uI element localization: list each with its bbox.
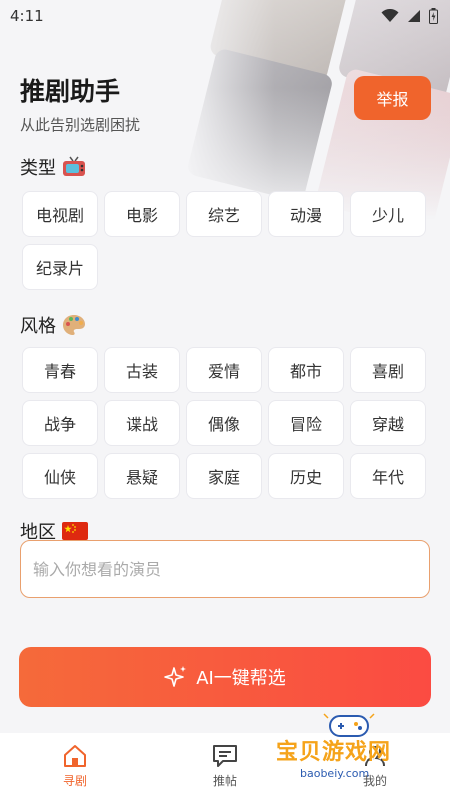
report-button[interactable]: 举报 (354, 76, 431, 120)
ai-pick-button[interactable]: AI一键帮选 (19, 647, 431, 707)
chip-style[interactable]: 喜剧 (350, 347, 426, 393)
status-time: 4:11 (10, 7, 44, 25)
chip-type[interactable]: 电影 (104, 191, 180, 237)
chip-style[interactable]: 穿越 (350, 400, 426, 446)
chip-type[interactable]: 动漫 (268, 191, 344, 237)
section-title-type: 类型 (20, 154, 86, 180)
chat-icon (213, 745, 237, 767)
nav-item-posts[interactable]: 推帖 (185, 744, 265, 789)
chip-style[interactable]: 家庭 (186, 453, 262, 499)
watermark: 宝贝游戏网 baobeiy.com (276, 710, 448, 800)
china-flag-icon (62, 522, 88, 540)
chip-style[interactable]: 冒险 (268, 400, 344, 446)
chip-style[interactable]: 历史 (268, 453, 344, 499)
wifi-icon (381, 9, 399, 22)
signal-icon (408, 10, 420, 22)
app-subtitle: 从此告别选剧困扰 (20, 116, 141, 134)
app-header: 推剧助手 从此告别选剧困扰 (20, 72, 140, 135)
style-chip-grid: 青春 古装 爱情 都市 喜剧 战争 谍战 偶像 冒险 穿越 仙侠 悬疑 家庭 历… (22, 347, 428, 499)
chip-type[interactable]: 综艺 (186, 191, 262, 237)
battery-icon (429, 8, 438, 24)
tv-icon (63, 156, 85, 176)
chip-style[interactable]: 悬疑 (104, 453, 180, 499)
chip-style[interactable]: 都市 (268, 347, 344, 393)
chip-type[interactable]: 电视剧 (22, 191, 98, 237)
status-bar: 4:11 (0, 0, 450, 32)
ai-pick-label: AI一键帮选 (196, 668, 286, 689)
chip-type[interactable]: 少儿 (350, 191, 426, 237)
chip-style[interactable]: 谍战 (104, 400, 180, 446)
chip-style[interactable]: 偶像 (186, 400, 262, 446)
section-title-style: 风格 (20, 312, 86, 338)
nav-item-find[interactable]: 寻剧 (35, 744, 115, 789)
chip-style[interactable]: 年代 (350, 453, 426, 499)
chip-type[interactable]: 纪录片 (22, 244, 98, 290)
watermark-text: 宝贝游戏网 (276, 740, 392, 765)
chip-style[interactable]: 仙侠 (22, 453, 98, 499)
actor-input[interactable] (20, 540, 430, 598)
sparkle-icon (164, 666, 187, 687)
app-title: 推剧助手 (20, 77, 121, 106)
chip-style[interactable]: 青春 (22, 347, 98, 393)
home-icon (64, 745, 86, 767)
watermark-url: baobeiy.com (300, 767, 370, 780)
chip-style[interactable]: 古装 (104, 347, 180, 393)
chip-style[interactable]: 爱情 (186, 347, 262, 393)
type-chip-grid: 电视剧 电影 综艺 动漫 少儿 纪录片 (22, 191, 428, 290)
palette-icon (63, 315, 85, 335)
chip-style[interactable]: 战争 (22, 400, 98, 446)
